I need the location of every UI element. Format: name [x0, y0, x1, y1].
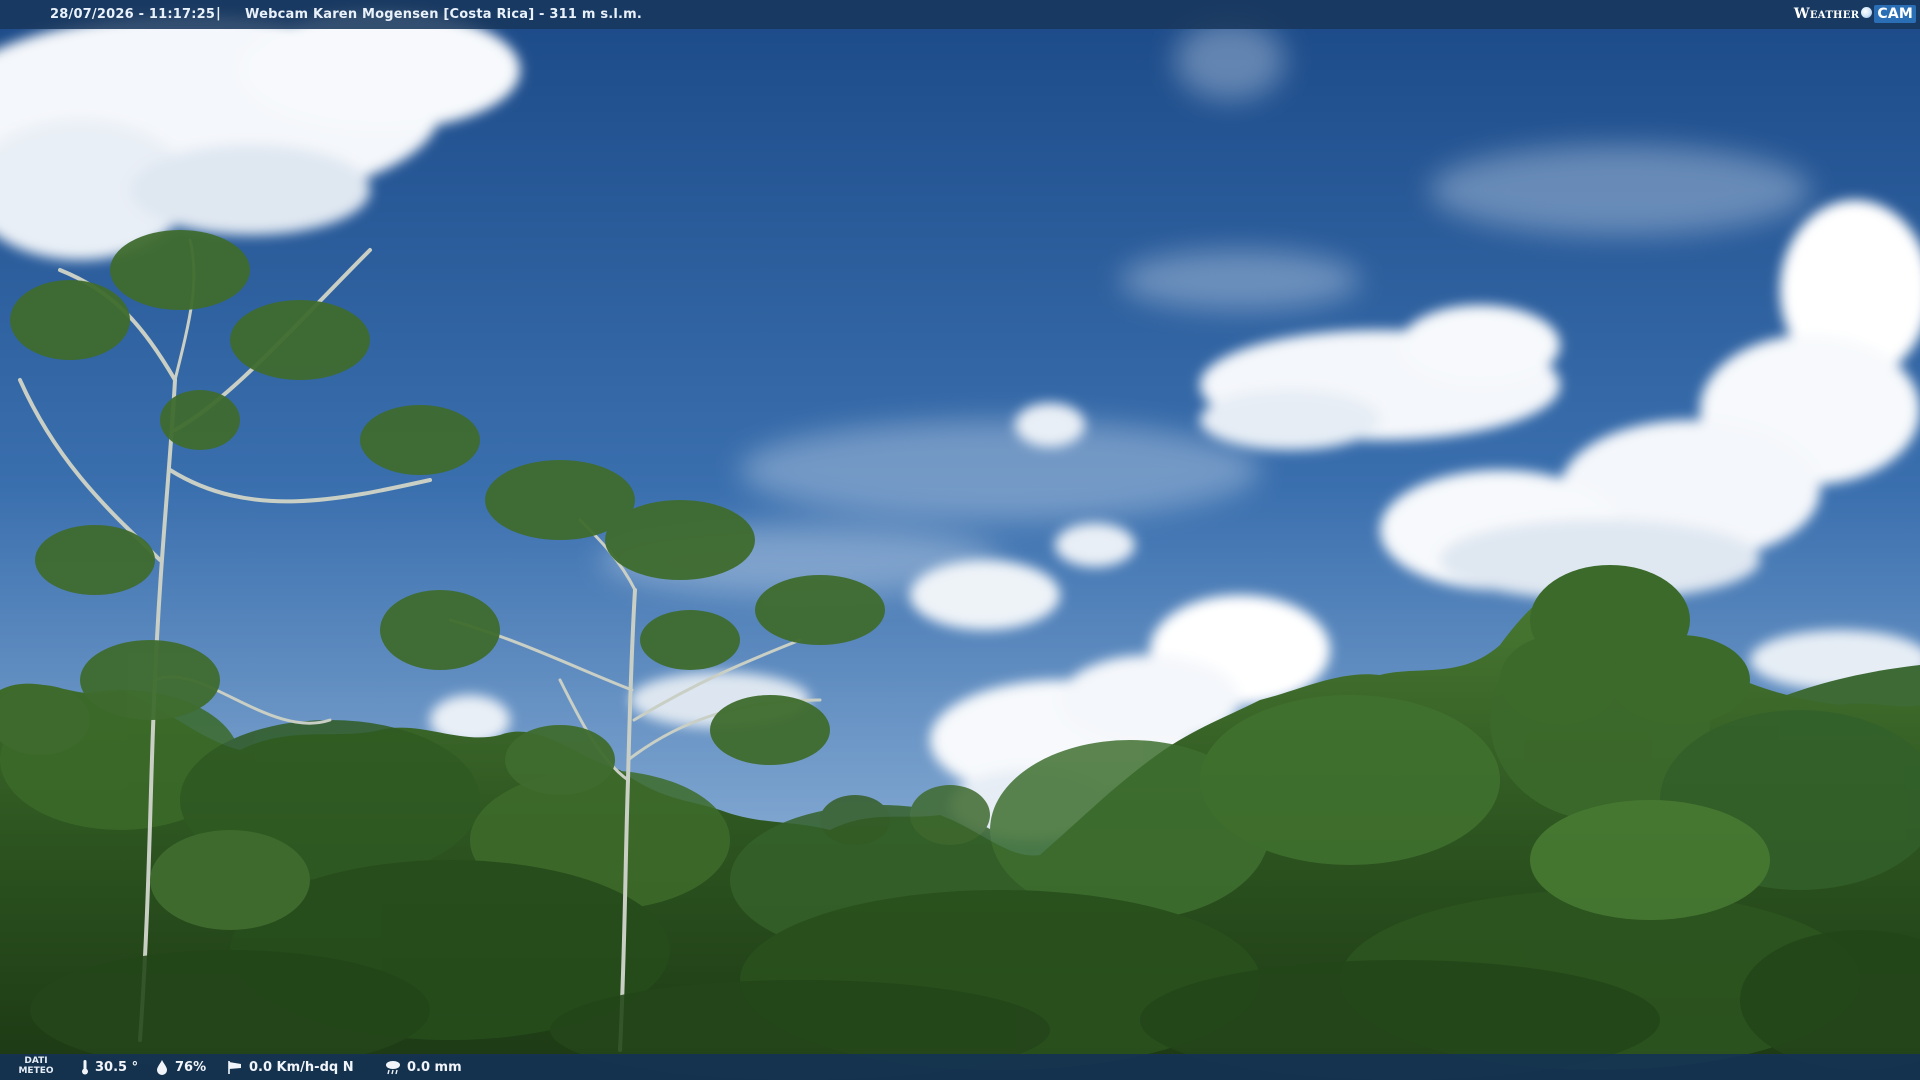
thermometer-icon: [82, 1060, 88, 1075]
webcam-image: [0, 0, 1920, 1080]
timestamp: 28/07/2026 - 11:17:25: [50, 7, 216, 22]
logo-globe-icon: [1861, 7, 1873, 18]
logo-weather-text: Weather: [1793, 6, 1860, 22]
overlay-meteo-bar: DATI METEO 30.5 ° 76% 0.0 Km/h-dq N 0.0 …: [0, 1054, 1920, 1080]
meteo-label-line2: METEO: [18, 1066, 54, 1076]
rain-cloud-icon: [386, 1061, 400, 1075]
meteo-label: DATI METEO: [16, 1056, 56, 1076]
wind-value: 0.0 Km/h-dq N: [249, 1059, 354, 1075]
wind-reading: 0.0 Km/h-dq N: [226, 1059, 354, 1075]
temperature-value: 30.5 °: [95, 1059, 139, 1075]
humidity-drop-icon: [157, 1060, 167, 1075]
humidity-value: 76%: [175, 1059, 207, 1075]
meteo-label-line1: DATI: [24, 1056, 48, 1066]
temperature-reading: 30.5 °: [80, 1059, 138, 1075]
humidity-reading: 76%: [154, 1059, 206, 1075]
rain-value: 0.0 mm: [407, 1059, 462, 1075]
logo-cam-text: CAM: [1874, 5, 1916, 23]
wind-sock-icon: [228, 1061, 241, 1074]
title-separator: |: [216, 6, 221, 21]
rain-reading: 0.0 mm: [384, 1059, 462, 1075]
weathercam-logo: Weather CAM: [1794, 2, 1916, 26]
webcam-title: Webcam Karen Mogensen [Costa Rica] - 311…: [245, 7, 643, 22]
webcam-frame: 28/07/2026 - 11:17:25 | Webcam Karen Mog…: [0, 0, 1920, 1080]
overlay-top-bar: 28/07/2026 - 11:17:25 | Webcam Karen Mog…: [0, 0, 1920, 29]
